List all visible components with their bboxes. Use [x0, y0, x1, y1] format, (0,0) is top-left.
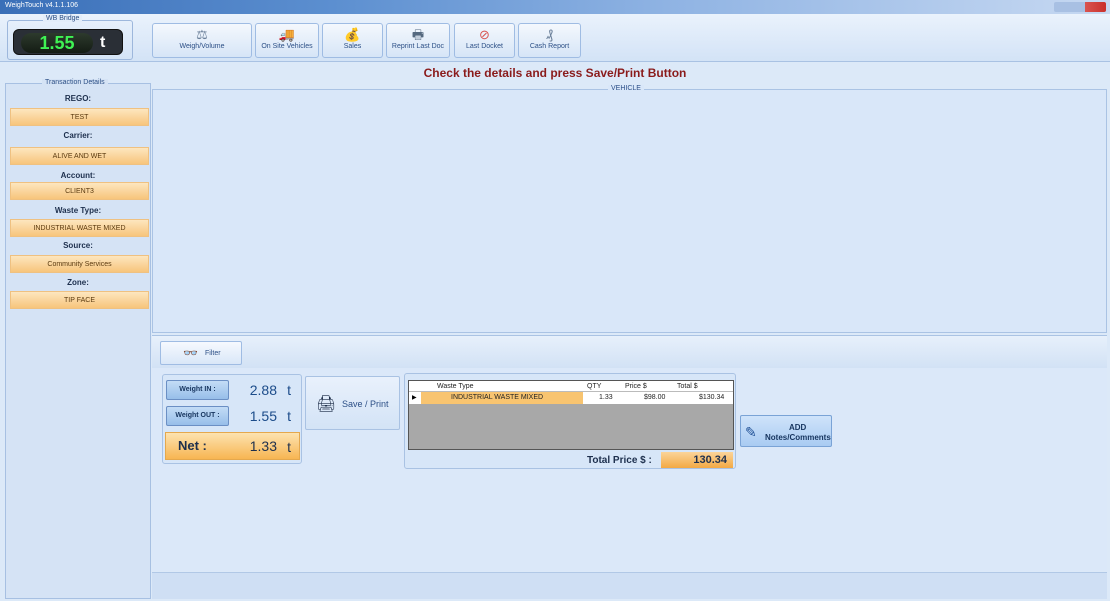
rego-label: REGO: [64, 94, 92, 103]
wb-bridge-group: WB Bridge 1.55 t [7, 15, 133, 60]
reprint-last-doc-label: Reprint Last Doc [391, 43, 445, 50]
money-bag-icon: 💰 [344, 27, 361, 42]
account-label: Account: [60, 171, 96, 180]
wb-bridge-legend: WB Bridge [43, 15, 83, 22]
carrier-label: Carrier: [63, 131, 93, 140]
zone-label: Zone: [67, 278, 89, 287]
wb-bridge-display: 1.55 t [13, 29, 123, 55]
net-value: 1.33 [249, 438, 277, 454]
toolbar: WB Bridge 1.55 t ⚖ Weigh/Volume 🚚 On Sit… [0, 14, 1110, 62]
items-panel: Waste Type QTY Price $ Total $ ▶ INDUSTR… [404, 373, 736, 469]
column-header-waste-type[interactable]: Waste Type [437, 381, 577, 392]
cash-report-label: Cash Report [529, 43, 570, 50]
grid-header: Waste Type QTY Price $ Total $ [409, 381, 733, 392]
sales-label: Sales [343, 43, 362, 50]
source-label: Source: [63, 241, 93, 250]
wb-bridge-unit: t [100, 34, 106, 51]
no-entry-icon: ⊘ [479, 27, 490, 42]
cash-report-icon: ₰ [546, 27, 553, 42]
cash-report-button[interactable]: ₰ Cash Report [518, 23, 581, 58]
weight-in-unit: t [287, 382, 291, 398]
row-waste-type: INDUSTRIAL WASTE MIXED [451, 394, 544, 401]
column-header-total[interactable]: Total $ [677, 381, 717, 392]
row-total: $130.34 [699, 394, 725, 401]
net-unit: t [287, 439, 291, 455]
last-docket-button[interactable]: ⊘ Last Docket [454, 23, 515, 58]
on-site-vehicles-button[interactable]: 🚚 On Site Vehicles [255, 23, 319, 58]
weight-in-label: Weight IN : [166, 380, 229, 400]
zone-value[interactable]: TIP FACE [10, 291, 149, 309]
add-notes-label-line2: Notes/Comments [765, 433, 831, 442]
sales-button[interactable]: 💰 Sales [322, 23, 383, 58]
weight-out-unit: t [287, 408, 291, 424]
rego-value[interactable]: TEST [10, 108, 149, 126]
total-price-value: 130.34 [661, 452, 733, 468]
scales-icon: ⚖ [196, 27, 208, 42]
truck-icon: 🚚 [278, 27, 296, 42]
window-title: WeighTouch v4.1.1.106 [5, 2, 79, 9]
weights-panel: Weight IN : 2.88 t Weight OUT : 1.55 t N… [162, 374, 302, 464]
weight-out-label: Weight OUT : [166, 406, 229, 426]
waste-type-label: Waste Type: [54, 206, 102, 215]
wb-bridge-value: 1.55 [21, 33, 93, 53]
save-print-button[interactable]: 🖨 Save / Print [305, 376, 400, 430]
printer-icon: 🖨 [316, 396, 337, 413]
items-grid: Waste Type QTY Price $ Total $ ▶ INDUSTR… [408, 380, 734, 450]
vehicle-panel: VEHICLE [152, 85, 1107, 333]
column-header-qty[interactable]: QTY [587, 381, 617, 392]
weight-out-display: 1.55 t [233, 406, 299, 426]
notes-icon: ✎ [745, 424, 757, 440]
net-label: Net : [178, 438, 207, 453]
account-value[interactable]: CLIENT3 [10, 182, 149, 200]
table-row[interactable]: ▶ INDUSTRIAL WASTE MIXED 1.33 $98.00 $13… [409, 392, 733, 404]
add-notes-label-line1: ADD [789, 423, 807, 432]
carrier-value[interactable]: ALIVE AND WET [10, 147, 149, 165]
row-selector-icon: ▶ [412, 395, 417, 401]
printer-icon: 🖶 [411, 27, 425, 42]
row-qty: 1.33 [599, 394, 613, 401]
weight-out-value: 1.55 [249, 408, 277, 424]
column-header-price[interactable]: Price $ [625, 381, 665, 392]
window-title-bar: WeighTouch v4.1.1.106 [0, 0, 1110, 14]
instruction-banner: Check the details and press Save/Print B… [423, 66, 687, 80]
weight-in-display: 2.88 t [233, 380, 299, 400]
weight-in-value: 2.88 [249, 382, 277, 398]
window-controls[interactable] [1054, 2, 1106, 12]
source-value[interactable]: Community Services [10, 255, 149, 273]
vehicle-legend: VEHICLE [608, 85, 644, 92]
row-price: $98.00 [644, 394, 666, 401]
add-notes-button[interactable]: ✎ ADD Notes/Comments [740, 415, 832, 447]
on-site-vehicles-label: On Site Vehicles [261, 43, 313, 50]
filter-button[interactable]: 👓 Filter [160, 341, 242, 365]
binoculars-icon: 👓 [183, 346, 198, 360]
filter-bar: 👓 Filter [152, 335, 1107, 368]
status-bar [152, 572, 1107, 599]
reprint-last-doc-button[interactable]: 🖶 Reprint Last Doc [386, 23, 450, 58]
last-docket-label: Last Docket [466, 43, 503, 50]
weigh-volume-button[interactable]: ⚖ Weigh/Volume [152, 23, 252, 58]
waste-type-value[interactable]: INDUSTRIAL WASTE MIXED [10, 219, 149, 237]
total-price-label: Total Price $ : [587, 455, 652, 466]
weigh-volume-label: Weigh/Volume [179, 43, 225, 50]
filter-label: Filter [205, 350, 221, 357]
transaction-details-legend: Transaction Details [42, 79, 108, 86]
transaction-details-panel: Transaction Details REGO: TEST Carrier: … [5, 79, 151, 599]
save-print-label: Save / Print [342, 399, 389, 409]
net-weight-row: Net : 1.33 t [165, 432, 300, 460]
